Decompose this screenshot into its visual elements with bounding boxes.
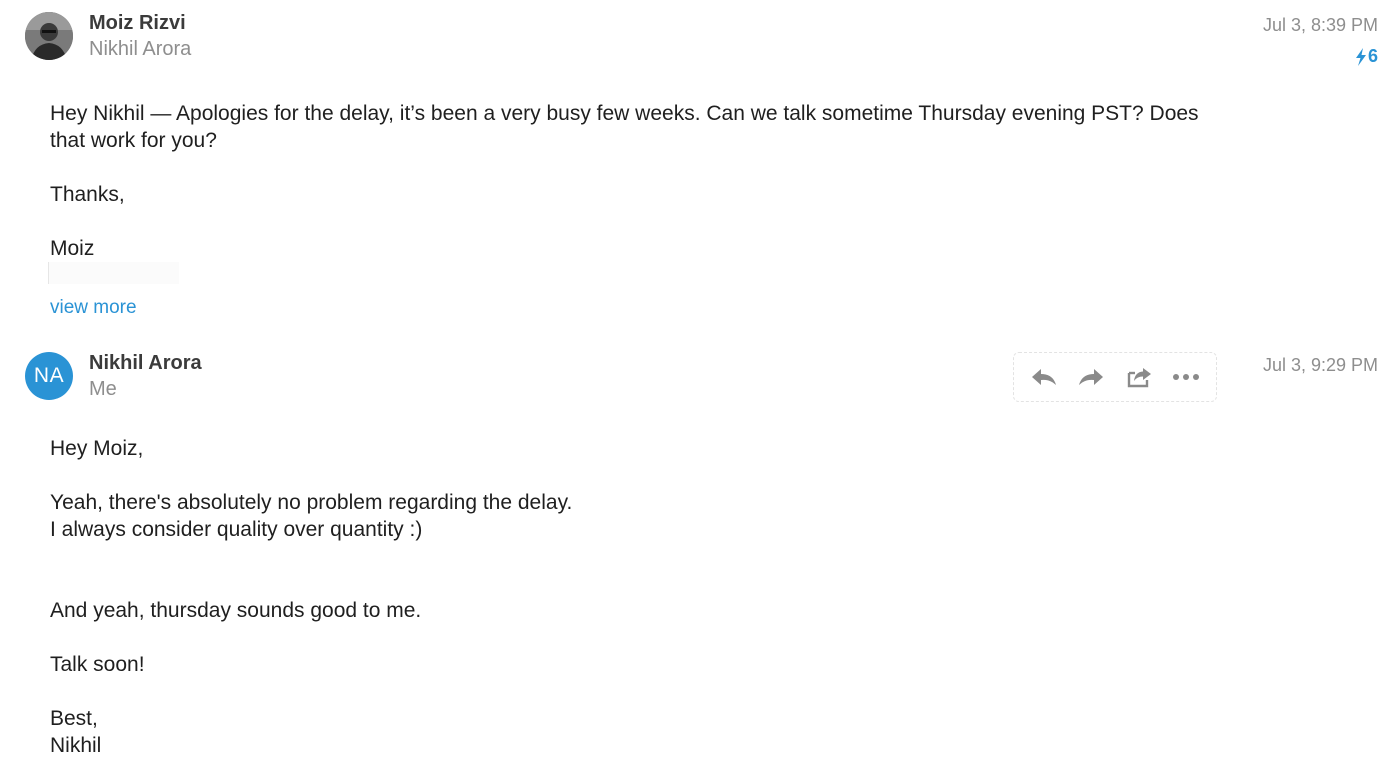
- body-line: And yeah, thursday sounds good to me.: [50, 599, 422, 622]
- body-line: Yeah, there's absolutely no problem rega…: [50, 491, 573, 514]
- body-line: Nikhil: [50, 734, 102, 757]
- sender-name: Moiz Rizvi: [89, 12, 186, 34]
- forward-icon: [1079, 369, 1104, 385]
- lightning-icon: [1355, 47, 1366, 66]
- body-line: Hey Moiz,: [50, 437, 144, 460]
- reply-icon: [1031, 369, 1056, 385]
- person-photo-icon: [25, 12, 73, 60]
- view-more-link[interactable]: view more: [50, 297, 137, 319]
- avatar[interactable]: NA: [25, 352, 73, 400]
- share-button[interactable]: [1121, 359, 1157, 395]
- message-timestamp: Jul 3, 9:29 PM: [1262, 355, 1378, 375]
- reply-button[interactable]: [1026, 359, 1062, 395]
- body-line: that work for you?: [50, 129, 217, 152]
- forward-button[interactable]: [1073, 359, 1109, 395]
- body-line: Talk soon!: [50, 653, 145, 676]
- more-icon: [1173, 374, 1200, 380]
- thread-count-value: 6: [1367, 46, 1378, 66]
- recipient-name: Nikhil Arora: [89, 38, 192, 60]
- body-line: Best,: [50, 707, 98, 730]
- body-line: I always consider quality over quantity …: [50, 518, 423, 541]
- more-button[interactable]: [1168, 359, 1204, 395]
- redacted-signature: [48, 262, 179, 284]
- recipient-name: Me: [89, 378, 117, 400]
- body-line: Moiz: [50, 237, 95, 260]
- message-actions-toolbar: [1013, 352, 1217, 402]
- thread-count-badge[interactable]: 6: [1355, 46, 1378, 67]
- share-icon: [1127, 368, 1151, 388]
- body-line: Thanks,: [50, 183, 125, 206]
- message-timestamp: Jul 3, 8:39 PM: [1262, 15, 1378, 35]
- body-line: Hey Nikhil — Apologies for the delay, it…: [50, 102, 1199, 125]
- sender-name: Nikhil Arora: [89, 352, 202, 374]
- avatar[interactable]: [25, 12, 73, 60]
